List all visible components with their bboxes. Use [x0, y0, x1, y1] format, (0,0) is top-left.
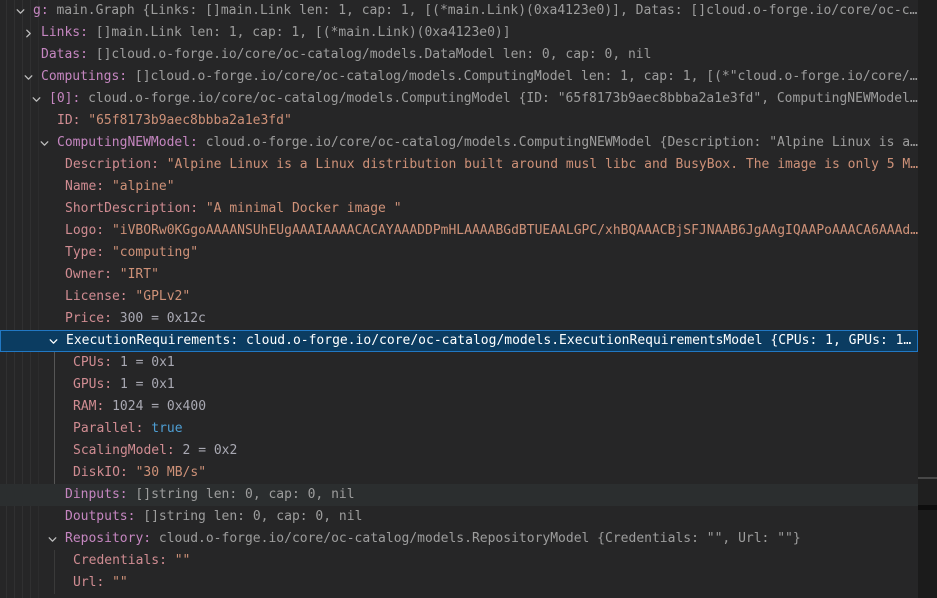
variable-value: true — [151, 421, 182, 436]
variable-row-name[interactable]: Name:"alpine" — [0, 176, 918, 198]
variable-row-dinputs[interactable]: Dinputs:[]string len: 0, cap: 0, nil — [0, 484, 918, 506]
variable-name: CPUs: — [73, 355, 120, 370]
variable-value: cloud.o-forge.io/core/oc-catalog/models.… — [88, 91, 918, 106]
variable-row-url[interactable]: Url:"" — [0, 572, 918, 594]
variable-row-owner[interactable]: Owner:"IRT" — [0, 264, 918, 286]
debug-variables-panel: g:main.Graph {Links: []main.Link len: 1,… — [0, 0, 937, 598]
variable-row-credentials[interactable]: Credentials:"" — [0, 550, 918, 572]
variable-row-repository[interactable]: Repository:cloud.o-forge.io/core/oc-cata… — [0, 528, 918, 550]
variable-value: 1 = 0x1 — [120, 355, 175, 370]
variable-name: Logo: — [65, 223, 112, 238]
variable-name: Credentials: — [73, 553, 175, 568]
variable-row-license[interactable]: License:"GPLv2" — [0, 286, 918, 308]
chevron-down-icon[interactable] — [44, 528, 60, 550]
variable-value: []main.Link len: 1, cap: 1, [(*main.Link… — [96, 25, 511, 40]
variable-name: Datas: — [41, 47, 96, 62]
variable-name: ID: — [57, 113, 88, 128]
chevron-down-icon[interactable] — [12, 0, 28, 22]
variable-value: "alpine" — [112, 179, 175, 194]
variable-name: Description: — [65, 157, 167, 172]
variable-name: Price: — [65, 311, 120, 326]
variable-value: "30 MB/s" — [136, 465, 206, 480]
variable-name: Doutputs: — [65, 509, 143, 524]
chevron-down-icon[interactable] — [28, 88, 44, 110]
variable-name: License: — [65, 289, 135, 304]
right-edge-divider — [918, 477, 937, 479]
variable-value: "A minimal Docker image " — [206, 201, 402, 216]
variable-row-shortdescription[interactable]: ShortDescription:"A minimal Docker image… — [0, 198, 918, 220]
variable-name: ShortDescription: — [65, 201, 206, 216]
variable-value: cloud.o-forge.io/core/oc-catalog/models.… — [159, 531, 801, 546]
variables-tree: g:main.Graph {Links: []main.Link len: 1,… — [0, 0, 918, 594]
variable-row-datas[interactable]: Datas:[]cloud.o-forge.io/core/oc-catalog… — [0, 44, 918, 66]
right-edge-dark-line — [918, 505, 937, 510]
variable-name: Url: — [73, 575, 112, 590]
variable-value: "" — [175, 553, 191, 568]
variable-name: Dinputs: — [65, 487, 135, 502]
variable-value: 1024 = 0x400 — [112, 399, 206, 414]
variable-value: []cloud.o-forge.io/core/oc-catalog/model… — [96, 47, 652, 62]
variable-name: Name: — [65, 179, 112, 194]
variable-row-parallel[interactable]: Parallel:true — [0, 418, 918, 440]
variables-tree-panel: g:main.Graph {Links: []main.Link len: 1,… — [0, 0, 918, 598]
variable-row-scalingmodel[interactable]: ScalingModel:2 = 0x2 — [0, 440, 918, 462]
variable-name: Links: — [41, 25, 96, 40]
variable-value: 300 = 0x12c — [120, 311, 206, 326]
variable-name: ComputingNEWModel: — [57, 135, 206, 150]
variable-value: "65f8173b9aec8bbba2a1e3fd" — [88, 113, 292, 128]
chevron-down-icon[interactable] — [20, 66, 36, 88]
variable-value: []cloud.o-forge.io/core/oc-catalog/model… — [135, 69, 918, 84]
variable-value: 1 = 0x1 — [120, 377, 175, 392]
variable-name: g: — [33, 3, 56, 18]
variable-name: Type: — [65, 245, 112, 260]
variable-row-computings[interactable]: Computings:[]cloud.o-forge.io/core/oc-ca… — [0, 66, 918, 88]
variable-row-cpus[interactable]: CPUs:1 = 0x1 — [0, 352, 918, 374]
variable-value: []string len: 0, cap: 0, nil — [143, 509, 362, 524]
chevron-down-icon[interactable] — [45, 331, 61, 351]
variable-name: [0]: — [49, 91, 88, 106]
variable-row-ram[interactable]: RAM:1024 = 0x400 — [0, 396, 918, 418]
variable-value: "iVBORw0KGgoAAAANSUhEUgAAAIAAAACACAYAAAD… — [112, 223, 918, 238]
variable-name: GPUs: — [73, 377, 120, 392]
variable-row-diskio[interactable]: DiskIO:"30 MB/s" — [0, 462, 918, 484]
variable-row-links[interactable]: Links:[]main.Link len: 1, cap: 1, [(*mai… — [0, 22, 918, 44]
variable-name: Repository: — [65, 531, 159, 546]
variable-value: cloud.o-forge.io/core/oc-catalog/models.… — [206, 135, 918, 150]
variable-row-executionrequirements[interactable]: ExecutionRequirements:cloud.o-forge.io/c… — [0, 330, 918, 352]
variable-row-computingnewmodel[interactable]: ComputingNEWModel:cloud.o-forge.io/core/… — [0, 132, 918, 154]
variable-row-logo[interactable]: Logo:"iVBORw0KGgoAAAANSUhEUgAAAIAAAACACA… — [0, 220, 918, 242]
variable-row-gpus[interactable]: GPUs:1 = 0x1 — [0, 374, 918, 396]
variable-row-price[interactable]: Price:300 = 0x12c — [0, 308, 918, 330]
variable-name: Parallel: — [73, 421, 151, 436]
variable-name: ScalingModel: — [73, 443, 183, 458]
variable-row-doutputs[interactable]: Doutputs:[]string len: 0, cap: 0, nil — [0, 506, 918, 528]
variable-value: "" — [112, 575, 128, 590]
variable-value: "GPLv2" — [135, 289, 190, 304]
variable-value: "Alpine Linux is a Linux distribution bu… — [167, 157, 918, 172]
variable-value: "computing" — [112, 245, 198, 260]
variable-value: main.Graph {Links: []main.Link len: 1, c… — [56, 3, 917, 18]
variable-row-id[interactable]: ID:"65f8173b9aec8bbba2a1e3fd" — [0, 110, 918, 132]
variable-value: 2 = 0x2 — [183, 443, 238, 458]
variable-row-0[interactable]: [0]:cloud.o-forge.io/core/oc-catalog/mod… — [0, 88, 918, 110]
variable-name: Owner: — [65, 267, 120, 282]
variable-name: ExecutionRequirements: — [66, 333, 246, 348]
variable-name: Computings: — [41, 69, 135, 84]
variable-value: cloud.o-forge.io/core/oc-catalog/models.… — [246, 333, 911, 348]
variable-value: []string len: 0, cap: 0, nil — [135, 487, 354, 502]
variable-row-g[interactable]: g:main.Graph {Links: []main.Link len: 1,… — [0, 0, 918, 22]
variable-value: "IRT" — [120, 267, 159, 282]
right-edge-strip-lower — [918, 510, 937, 598]
variable-row-type[interactable]: Type:"computing" — [0, 242, 918, 264]
variable-name: RAM: — [73, 399, 112, 414]
chevron-right-icon[interactable] — [20, 22, 36, 44]
variable-row-description[interactable]: Description:"Alpine Linux is a Linux dis… — [0, 154, 918, 176]
chevron-down-icon[interactable] — [36, 132, 52, 154]
variable-name: DiskIO: — [73, 465, 136, 480]
